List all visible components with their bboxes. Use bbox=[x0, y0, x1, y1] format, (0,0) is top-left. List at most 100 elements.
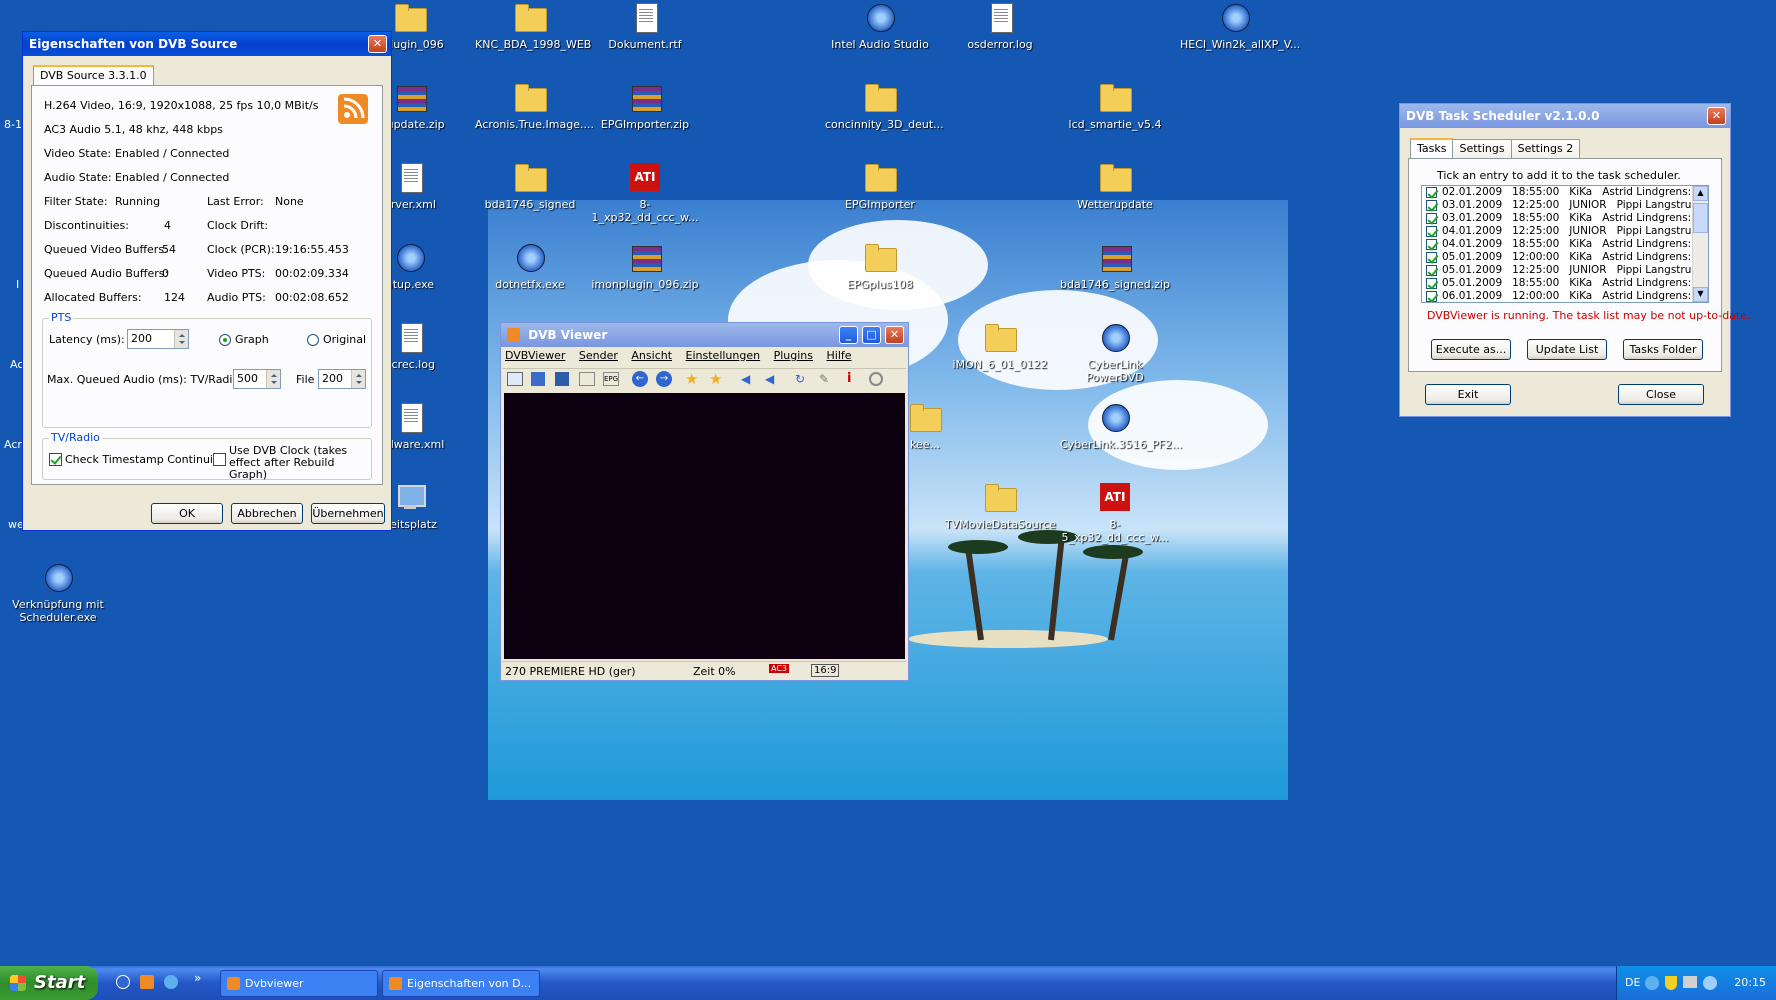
task-entry-checkbox[interactable] bbox=[1426, 278, 1437, 289]
desktop-icon[interactable]: CyberLink.3516_PF2... bbox=[1060, 400, 1182, 451]
quicklaunch-more-icon[interactable]: » bbox=[194, 971, 201, 985]
menu-ansicht[interactable]: Ansicht bbox=[631, 349, 672, 362]
video-area[interactable] bbox=[504, 393, 905, 659]
forward-icon[interactable]: → bbox=[656, 371, 672, 387]
desktop-icon[interactable]: imonplugin_096.zip bbox=[590, 240, 700, 291]
desktop-icon[interactable]: Verknüpfung mit Scheduler.exe bbox=[3, 560, 113, 624]
desktop-icon[interactable]: Acronis.True.Image.... bbox=[475, 80, 594, 131]
execute-as-button[interactable]: Execute as... bbox=[1431, 339, 1511, 360]
scroll-thumb[interactable] bbox=[1693, 203, 1708, 233]
desktop-icon[interactable]: HECI_Win2k_allXP_V... bbox=[1180, 0, 1300, 51]
latency-spinner[interactable]: 200 bbox=[127, 329, 189, 349]
window-titlebar[interactable]: DVB Task Scheduler v2.1.0.0 ✕ bbox=[1400, 104, 1730, 128]
ok-button[interactable]: OK bbox=[151, 503, 223, 524]
task-entry[interactable]: 06.01.2009 12:00:00 KiKa Astrid Lindgren… bbox=[1422, 290, 1708, 302]
spin-arrows-icon[interactable] bbox=[351, 370, 365, 388]
start-button[interactable]: Start bbox=[0, 966, 98, 1000]
menu-sender[interactable]: Sender bbox=[579, 349, 618, 362]
maximize-button[interactable]: □ bbox=[862, 326, 881, 344]
task-scheduler-window[interactable]: DVB Task Scheduler v2.1.0.0 ✕ Tasks Setti… bbox=[1399, 103, 1751, 417]
close-button[interactable]: ✕ bbox=[1707, 107, 1726, 125]
task-list[interactable]: 02.01.2009 18:55:00 KiKa Astrid Lindgren… bbox=[1421, 185, 1709, 303]
tools-icon[interactable]: ✎ bbox=[819, 372, 829, 386]
desktop-icon[interactable]: Wetterupdate bbox=[1060, 160, 1170, 211]
info-icon[interactable]: i bbox=[847, 371, 851, 386]
tray-shield-icon[interactable] bbox=[1665, 976, 1677, 990]
record-icon[interactable] bbox=[869, 372, 883, 386]
tray-monitor-icon[interactable] bbox=[1683, 976, 1697, 988]
desktop-icon[interactable]: bda1746_signed bbox=[475, 160, 585, 211]
task-entry-checkbox[interactable] bbox=[1426, 200, 1437, 211]
tab-dvb-source[interactable]: DVB Source 3.3.1.0 bbox=[33, 65, 154, 87]
volume-down-icon[interactable]: ◀ bbox=[741, 372, 750, 386]
tasks-folder-button[interactable]: Tasks Folder bbox=[1623, 339, 1703, 360]
desktop-icon[interactable]: 8-1_xp32_dd_ccc_w... bbox=[590, 160, 700, 224]
apply-button[interactable]: Übernehmen bbox=[311, 503, 385, 524]
taskbar-task-dvbviewer[interactable]: Dvbviewer bbox=[220, 970, 378, 997]
task-entry-checkbox[interactable] bbox=[1426, 213, 1437, 224]
tab-settings[interactable]: Settings bbox=[1452, 139, 1512, 159]
desktop-icon[interactable]: EPGplus108 bbox=[825, 240, 935, 291]
quicklaunch-ie-icon[interactable] bbox=[164, 975, 178, 989]
task-entry[interactable]: 05.01.2009 18:55:00 KiKa Astrid Lindgren… bbox=[1422, 277, 1708, 290]
original-radio[interactable] bbox=[307, 334, 319, 346]
tray-network-icon[interactable] bbox=[1645, 976, 1659, 990]
update-list-button[interactable]: Update List bbox=[1527, 339, 1607, 360]
menu-hilfe[interactable]: Hilfe bbox=[827, 349, 852, 362]
desktop-icon[interactable]: concinnity_3D_deut... bbox=[825, 80, 944, 131]
desktop-icon[interactable]: CyberLink PowerDVD bbox=[1060, 320, 1170, 384]
spin-arrows-icon[interactable] bbox=[174, 330, 188, 348]
scroll-down-icon[interactable]: ▼ bbox=[1693, 287, 1708, 302]
desktop-icon[interactable]: TVMovieDataSource bbox=[945, 480, 1056, 531]
graph-radio[interactable] bbox=[219, 334, 231, 346]
favorite-star-icon[interactable]: ★ bbox=[685, 370, 698, 388]
task-entry-checkbox[interactable] bbox=[1426, 265, 1437, 276]
spin-arrows-icon[interactable] bbox=[266, 370, 280, 388]
desktop-icon[interactable]: dotnetfx.exe bbox=[475, 240, 585, 291]
task-entry[interactable]: 02.01.2009 18:55:00 KiKa Astrid Lindgren… bbox=[1422, 186, 1708, 199]
desktop-icon[interactable]: Dokument.rtf bbox=[590, 0, 700, 51]
exit-button[interactable]: Exit bbox=[1425, 384, 1511, 405]
task-entry[interactable]: 04.01.2009 12:25:00 JUNIOR Pippi Langstr… bbox=[1422, 225, 1708, 238]
tray-speaker-icon[interactable] bbox=[1703, 976, 1717, 990]
window-titlebar[interactable]: Eigenschaften von DVB Source ✕ bbox=[23, 32, 391, 56]
max-audio-spinner[interactable]: 500 bbox=[233, 369, 281, 389]
desktop-icon[interactable]: EPGImporter bbox=[825, 160, 935, 211]
task-entry[interactable]: 05.01.2009 12:25:00 JUNIOR Pippi Langstr… bbox=[1422, 264, 1708, 277]
minimize-button[interactable]: _ bbox=[839, 326, 858, 344]
task-entry[interactable]: 03.01.2009 18:55:00 KiKa Astrid Lindgren… bbox=[1422, 212, 1708, 225]
window-titlebar[interactable]: DVB Viewer _ □ ✕ bbox=[501, 323, 908, 347]
tab-settings-2[interactable]: Settings 2 bbox=[1510, 139, 1581, 159]
quicklaunch-browser-icon[interactable] bbox=[116, 975, 130, 989]
refresh-icon[interactable]: ↻ bbox=[795, 372, 805, 386]
task-list-scrollbar[interactable]: ▲ ▼ bbox=[1692, 186, 1708, 302]
taskbar-task-properties[interactable]: Eigenschaften von D... bbox=[382, 970, 540, 997]
tab-tasks[interactable]: Tasks bbox=[1410, 138, 1454, 160]
dvb-viewer-window[interactable]: DVB Viewer _ □ ✕ DVBViewer Sender Ansich… bbox=[500, 322, 909, 681]
desktop-icon[interactable]: 8-5_xp32_dd_ccc_w... bbox=[1060, 480, 1170, 544]
language-indicator[interactable]: DE bbox=[1625, 966, 1640, 1000]
task-entry[interactable]: 03.01.2009 12:25:00 JUNIOR Pippi Langstr… bbox=[1422, 199, 1708, 212]
desktop-icon[interactable]: KNC_BDA_1998_WEB bbox=[475, 0, 591, 51]
file-spinner[interactable]: 200 bbox=[318, 369, 366, 389]
menu-einstellungen[interactable]: Einstellungen bbox=[686, 349, 761, 362]
desktop-icon[interactable]: iMON_6_01_0122 bbox=[945, 320, 1055, 371]
epg-icon[interactable]: EPG bbox=[603, 372, 619, 386]
desktop-icon[interactable]: osderror.log bbox=[945, 0, 1055, 51]
use-dvb-clock-checkbox[interactable] bbox=[213, 453, 226, 466]
dvb-source-properties-window[interactable]: Eigenschaften von DVB Source ✕ DVB Sourc… bbox=[22, 31, 392, 531]
task-entry-checkbox[interactable] bbox=[1426, 252, 1437, 263]
fullscreen-icon[interactable] bbox=[531, 372, 545, 386]
menu-plugins[interactable]: Plugins bbox=[774, 349, 813, 362]
task-entry-checkbox[interactable] bbox=[1426, 291, 1437, 302]
desktop-icon[interactable]: lcd_smartie_v5.4 bbox=[1060, 80, 1170, 131]
back-icon[interactable]: ← bbox=[632, 371, 648, 387]
check-timestamp-checkbox[interactable] bbox=[49, 453, 62, 466]
task-entry[interactable]: 04.01.2009 18:55:00 KiKa Astrid Lindgren… bbox=[1422, 238, 1708, 251]
task-entry-checkbox[interactable] bbox=[1426, 226, 1437, 237]
task-entry-checkbox[interactable] bbox=[1426, 187, 1437, 198]
desktop-mode-icon[interactable] bbox=[555, 372, 569, 386]
close-button[interactable]: ✕ bbox=[885, 326, 904, 344]
favorite-add-icon[interactable]: ★ bbox=[709, 370, 722, 388]
task-entry[interactable]: 05.01.2009 12:00:00 KiKa Astrid Lindgren… bbox=[1422, 251, 1708, 264]
